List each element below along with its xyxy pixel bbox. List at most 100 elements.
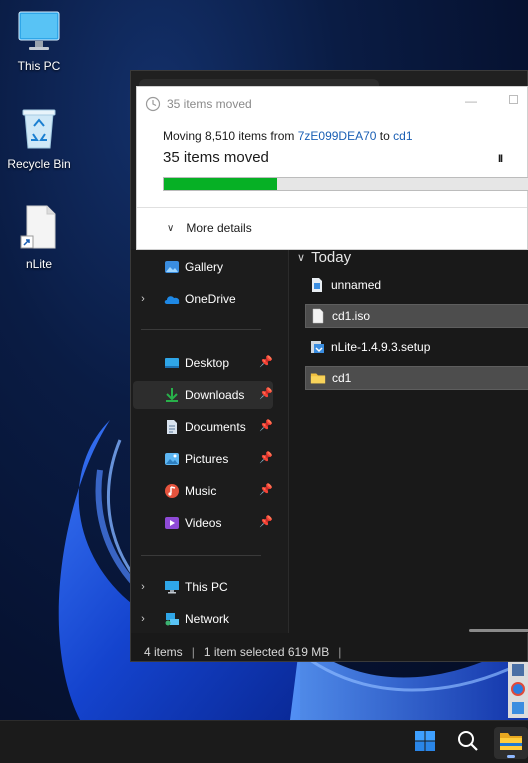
- dialog-divider: [137, 207, 527, 208]
- edge-app-icons: [508, 662, 528, 718]
- file-row-cd1-folder[interactable]: cd1: [305, 366, 528, 390]
- desktop-icon-recycle-bin[interactable]: Recycle Bin: [0, 106, 78, 171]
- nav-item-label: Videos: [185, 516, 222, 530]
- nav-item-desktop[interactable]: Desktop 📌: [133, 349, 273, 377]
- active-app-indicator: [507, 755, 515, 758]
- nav-item-label: Music: [185, 484, 217, 498]
- nav-divider: [141, 555, 261, 556]
- monitor-icon: [0, 10, 78, 55]
- shortcut-file-icon: [0, 204, 78, 253]
- nav-item-label: This PC: [185, 580, 228, 594]
- nav-item-label: Downloads: [185, 388, 245, 402]
- progress-bar: [163, 177, 528, 191]
- nav-item-onedrive[interactable]: › OneDrive: [133, 285, 273, 313]
- desktop-icon-nlite[interactable]: nLite: [0, 204, 78, 271]
- nav-item-label: Gallery: [185, 260, 224, 274]
- chevron-right-icon[interactable]: ›: [133, 581, 153, 593]
- navigation-pane: Gallery › OneDrive Desktop 📌 Downloads 📌: [131, 249, 289, 633]
- chevron-right-icon[interactable]: ›: [133, 613, 153, 625]
- start-button[interactable]: [408, 727, 442, 759]
- more-details-button[interactable]: ∨ More details: [167, 221, 252, 235]
- image-file-icon: [309, 277, 325, 293]
- progress-status: 35 items moved: [163, 149, 269, 166]
- move-progress-dialog[interactable]: 35 items moved — Moving 8,510 items from…: [136, 86, 528, 250]
- status-separator: |: [338, 645, 342, 659]
- dialog-title: 35 items moved: [167, 97, 252, 111]
- nav-divider: [141, 329, 261, 330]
- file-row-unnamed[interactable]: unnamed: [305, 273, 528, 297]
- pin-icon: 📌: [259, 388, 273, 400]
- chevron-down-icon: ∨: [167, 222, 175, 234]
- nav-item-videos[interactable]: Videos 📌: [133, 509, 273, 537]
- nav-item-pictures[interactable]: Pictures 📌: [133, 445, 273, 473]
- more-details-label: More details: [186, 221, 252, 235]
- this-pc-icon: [163, 579, 181, 595]
- group-header-label: Today: [311, 249, 352, 266]
- nav-item-label: Desktop: [185, 356, 230, 370]
- pin-icon: 📌: [259, 356, 273, 368]
- moving-summary: Moving 8,510 items from 7zE099DEA70 to c…: [163, 129, 413, 143]
- maximize-icon[interactable]: [509, 95, 518, 104]
- installer-icon: [309, 339, 325, 355]
- search-icon: [457, 730, 479, 757]
- file-row-nlite-setup[interactable]: nLite-1.4.9.3.setup: [305, 335, 528, 359]
- progress-bar-fill: [164, 178, 277, 190]
- source-folder-link[interactable]: 7zE099DEA70: [298, 129, 377, 143]
- desktop-folder-icon: [163, 355, 181, 371]
- nav-item-network[interactable]: › Network: [133, 605, 273, 633]
- gallery-icon: [163, 259, 181, 275]
- dialog-titlebar: 35 items moved: [145, 95, 252, 113]
- taskbar: [0, 720, 528, 763]
- desktop-icon-label: Recycle Bin: [7, 157, 71, 171]
- music-icon: [163, 483, 181, 499]
- onedrive-cloud-icon: [163, 291, 181, 307]
- nav-item-documents[interactable]: Documents 📌: [133, 413, 273, 441]
- downloads-icon: [163, 387, 181, 403]
- nav-item-downloads[interactable]: Downloads 📌: [133, 381, 273, 409]
- nav-item-this-pc[interactable]: › This PC: [133, 573, 273, 601]
- file-row-cd1-iso[interactable]: cd1.iso: [305, 304, 528, 328]
- pause-button[interactable]: II: [498, 153, 503, 165]
- file-explorer-taskbar-button[interactable]: [494, 727, 528, 759]
- file-name: cd1.iso: [332, 309, 371, 323]
- horizontal-scrollbar[interactable]: [469, 629, 528, 632]
- nav-item-label: OneDrive: [185, 292, 236, 306]
- file-name: cd1: [332, 371, 352, 385]
- destination-folder-link[interactable]: cd1: [393, 129, 412, 143]
- clock-icon: [145, 96, 161, 112]
- pin-icon: 📌: [259, 452, 273, 464]
- pictures-icon: [163, 451, 181, 467]
- file-list-pane: ∨ Today unnamed cd1.iso nLite-1.4.9.3.se…: [291, 249, 528, 633]
- chevron-right-icon[interactable]: ›: [133, 293, 153, 305]
- nav-item-label: Documents: [185, 420, 246, 434]
- group-header-today[interactable]: ∨ Today: [297, 249, 351, 266]
- pin-icon: 📌: [259, 516, 273, 528]
- documents-icon: [163, 419, 181, 435]
- chevron-down-icon: ∨: [297, 252, 306, 264]
- nav-item-music[interactable]: Music 📌: [133, 477, 273, 505]
- file-explorer-icon: [499, 731, 523, 756]
- status-bar: 4 items | 1 item selected 619 MB |: [131, 641, 527, 663]
- to-word: to: [376, 129, 394, 143]
- desktop-icon-label: This PC: [17, 59, 61, 73]
- status-separator: |: [191, 645, 195, 659]
- desktop-icon-label: nLite: [25, 257, 53, 271]
- recycle-bin-icon: [0, 106, 78, 153]
- network-icon: [163, 611, 181, 627]
- folder-icon: [310, 370, 326, 386]
- file-name: unnamed: [331, 278, 382, 292]
- windows-logo-icon: [414, 730, 436, 757]
- moving-prefix: Moving 8,510 items from: [163, 129, 298, 143]
- desktop-icon-this-pc[interactable]: This PC: [0, 10, 78, 73]
- file-name: nLite-1.4.9.3.setup: [331, 340, 431, 354]
- pin-icon: 📌: [259, 420, 273, 432]
- selection-info: 1 item selected 619 MB: [203, 645, 330, 659]
- search-button[interactable]: [451, 727, 485, 759]
- iso-file-icon: [310, 308, 326, 324]
- nav-item-gallery[interactable]: Gallery: [133, 253, 273, 281]
- minimize-icon[interactable]: —: [465, 94, 477, 108]
- nav-item-label: Pictures: [185, 452, 229, 466]
- nav-item-label: Network: [185, 612, 230, 626]
- item-count: 4 items: [144, 645, 183, 659]
- pin-icon: 📌: [259, 484, 273, 496]
